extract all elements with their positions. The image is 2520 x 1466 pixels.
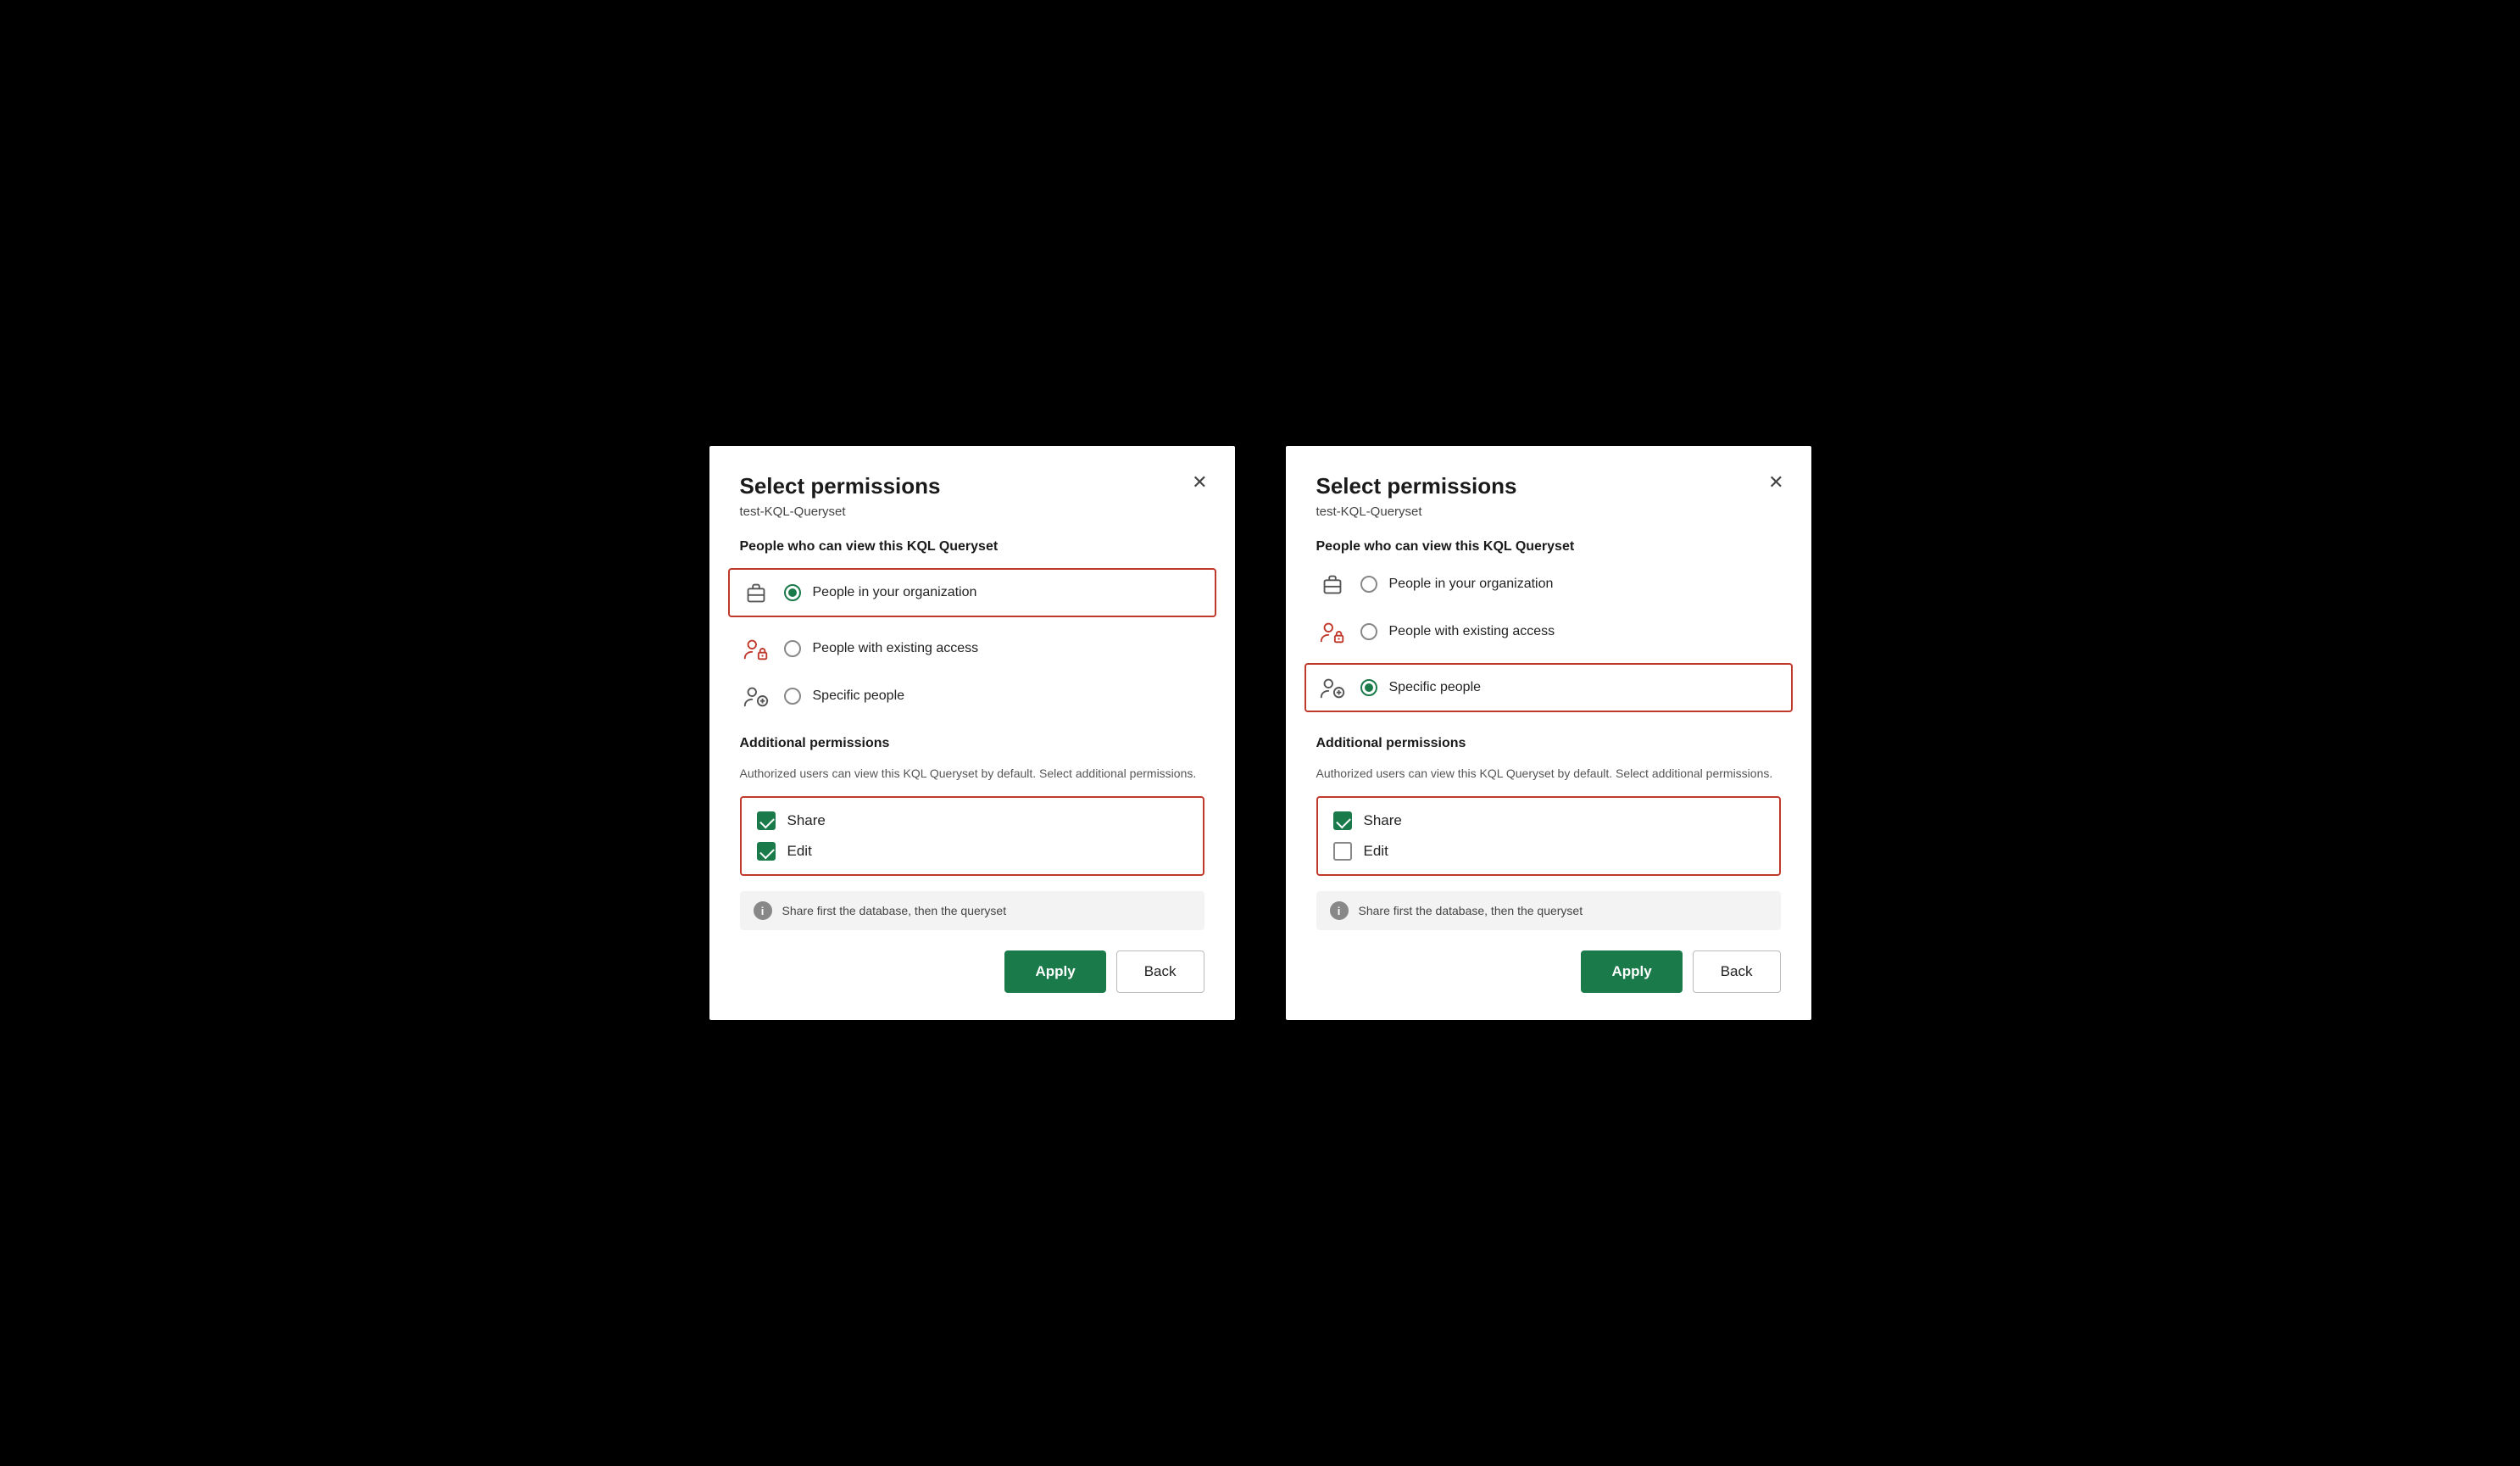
left-radio-specific[interactable] (784, 688, 801, 705)
left-additional-title: Additional permissions (740, 736, 1204, 751)
right-close-button[interactable]: ✕ (1765, 470, 1787, 495)
left-checkbox-edit-row[interactable]: Edit (757, 842, 1188, 861)
right-radio-existing[interactable] (1360, 623, 1377, 640)
right-panel-title: Select permissions (1316, 473, 1781, 499)
right-additional-section: Additional permissions Authorized users … (1316, 736, 1781, 993)
right-additional-desc: Authorized users can view this KQL Query… (1316, 765, 1781, 783)
right-checkbox-share-row[interactable]: Share (1333, 811, 1764, 830)
left-additional-desc: Authorized users can view this KQL Query… (740, 765, 1204, 783)
left-edit-checkbox[interactable] (757, 842, 776, 861)
right-additional-title: Additional permissions (1316, 736, 1781, 751)
right-back-button[interactable]: Back (1693, 950, 1781, 993)
right-option-existing[interactable]: People with existing access (1316, 616, 1781, 648)
right-share-label: Share (1364, 812, 1402, 829)
briefcase-icon-right (1316, 568, 1349, 600)
people-lock-icon (740, 633, 772, 665)
right-edit-checkbox[interactable] (1333, 842, 1352, 861)
right-footer-buttons: Apply Back (1316, 950, 1781, 993)
right-option-specific[interactable]: Specific people (1305, 663, 1793, 712)
right-panel: Select permissions test-KQL-Queryset ✕ P… (1286, 446, 1811, 1020)
left-view-section-title: People who can view this KQL Queryset (740, 539, 1204, 555)
left-panel-title: Select permissions (740, 473, 1204, 499)
people-add-icon-right (1316, 672, 1349, 704)
left-panel-subtitle: test-KQL-Queryset (740, 504, 1204, 519)
right-view-section-title: People who can view this KQL Queryset (1316, 539, 1781, 555)
left-checkboxes-container: Share Edit (740, 796, 1204, 876)
left-specific-label: Specific people (813, 688, 905, 704)
right-option-org[interactable]: People in your organization (1316, 568, 1781, 600)
right-info-text: Share first the database, then the query… (1359, 904, 1583, 917)
left-footer-buttons: Apply Back (740, 950, 1204, 993)
right-panel-subtitle: test-KQL-Queryset (1316, 504, 1781, 519)
left-radio-existing[interactable] (784, 640, 801, 657)
right-info-icon: i (1330, 901, 1349, 920)
panel-divider (1235, 446, 1286, 1020)
right-specific-label: Specific people (1389, 680, 1482, 695)
right-org-label: People in your organization (1389, 577, 1554, 592)
left-edit-label: Edit (787, 843, 812, 860)
briefcase-icon (740, 577, 772, 609)
right-radio-specific[interactable] (1360, 679, 1377, 696)
left-info-icon: i (754, 901, 772, 920)
left-panel: Select permissions test-KQL-Queryset ✕ P… (709, 446, 1235, 1020)
right-apply-button[interactable]: Apply (1581, 950, 1682, 993)
left-option-org[interactable]: People in your organization (728, 568, 1216, 617)
right-share-checkbox[interactable] (1333, 811, 1352, 830)
left-option-existing[interactable]: People with existing access (740, 633, 1204, 665)
right-radio-org[interactable] (1360, 576, 1377, 593)
right-existing-label: People with existing access (1389, 624, 1555, 639)
people-lock-icon-right (1316, 616, 1349, 648)
panels-container: Select permissions test-KQL-Queryset ✕ P… (709, 446, 1811, 1020)
people-add-icon-left (740, 680, 772, 712)
left-checkbox-share-row[interactable]: Share (757, 811, 1188, 830)
left-info-text: Share first the database, then the query… (782, 904, 1007, 917)
left-share-label: Share (787, 812, 826, 829)
left-close-button[interactable]: ✕ (1188, 470, 1210, 495)
left-existing-label: People with existing access (813, 641, 979, 656)
right-checkboxes-container: Share Edit (1316, 796, 1781, 876)
left-info-bar: i Share first the database, then the que… (740, 891, 1204, 930)
left-additional-section: Additional permissions Authorized users … (740, 736, 1204, 993)
left-apply-button[interactable]: Apply (1004, 950, 1105, 993)
right-edit-label: Edit (1364, 843, 1388, 860)
left-share-checkbox[interactable] (757, 811, 776, 830)
left-org-label: People in your organization (813, 585, 977, 600)
left-option-specific[interactable]: Specific people (740, 680, 1204, 712)
right-checkbox-edit-row[interactable]: Edit (1333, 842, 1764, 861)
left-back-button[interactable]: Back (1116, 950, 1204, 993)
left-radio-org[interactable] (784, 584, 801, 601)
right-info-bar: i Share first the database, then the que… (1316, 891, 1781, 930)
